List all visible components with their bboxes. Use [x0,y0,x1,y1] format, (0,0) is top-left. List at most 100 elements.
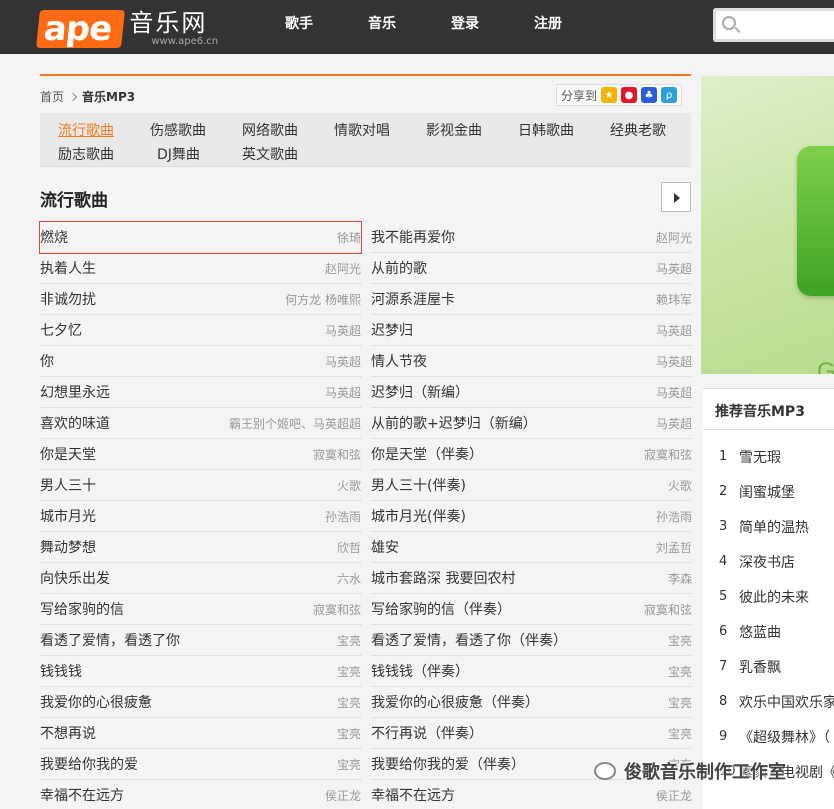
song-title[interactable]: 不行再说（伴奏） [371,723,483,743]
recommend-item[interactable]: 4 深夜书店 [719,544,834,579]
song-title[interactable]: 迟梦归（新编） [371,382,469,402]
song-artist[interactable]: 宝亮 [668,632,692,649]
song-row[interactable]: 看透了爱情，看透了你（伴奏） 宝亮 [371,625,692,656]
song-artist[interactable]: 宝亮 [668,725,692,742]
song-title[interactable]: 舞动梦想 [40,537,96,557]
search-icon[interactable] [722,16,736,30]
next-page-button[interactable] [661,182,691,212]
song-title[interactable]: 喜欢的味道 [40,413,110,433]
song-artist[interactable]: 赵阿光 [325,260,361,277]
breadcrumb-home[interactable]: 首页 [40,88,64,105]
song-artist[interactable]: 马英超 [656,260,692,277]
song-row[interactable]: 从前的歌+迟梦归（新编） 马英超 [371,408,692,439]
song-title[interactable]: 燃烧 [40,227,68,247]
song-row[interactable]: 不行再说（伴奏） 宝亮 [371,718,692,749]
song-row[interactable]: 你是天堂 寂寞和弦 [40,439,361,470]
tab-duet[interactable]: 情歌对唱 [334,120,390,140]
song-title[interactable]: 钱钱钱（伴奏） [371,661,469,681]
song-title[interactable]: 七夕忆 [40,320,82,340]
recommend-title-text[interactable]: 彼此的未来 [739,587,809,607]
song-title[interactable]: 我爱你的心很疲惫（伴奏） [371,692,539,712]
song-title[interactable]: 你是天堂 [40,444,96,464]
recommend-title-text[interactable]: 悠蓝曲 [739,622,781,642]
tab-sad[interactable]: 伤感歌曲 [150,120,206,140]
song-title[interactable]: 我要给你我的爱 [40,754,138,774]
song-artist[interactable]: 马英超 [656,322,692,339]
song-title[interactable]: 看透了爱情，看透了你（伴奏） [371,630,567,650]
nav-music[interactable]: 音乐 [368,13,451,33]
song-artist[interactable]: 宝亮 [337,694,361,711]
song-title[interactable]: 幸福不在远方 [40,785,124,805]
song-row[interactable]: 钱钱钱（伴奏） 宝亮 [371,656,692,687]
song-artist[interactable]: 霸王别个姬吧、马英超超 [229,415,361,432]
song-row[interactable]: 钱钱钱 宝亮 [40,656,361,687]
song-row[interactable]: 从前的歌 马英超 [371,253,692,284]
song-artist[interactable]: 宝亮 [668,663,692,680]
tab-internet[interactable]: 网络歌曲 [242,120,298,140]
song-row[interactable]: 向快乐出发 六水 [40,563,361,594]
song-artist[interactable]: 何方龙 杨唯熙 [285,291,361,308]
song-artist[interactable]: 马英超 [656,415,692,432]
song-row[interactable]: 情人节夜 马英超 [371,346,692,377]
song-row[interactable]: 你是天堂（伴奏） 寂寞和弦 [371,439,692,470]
song-row[interactable]: 幻想里永远 马英超 [40,377,361,408]
song-title[interactable]: 城市月光(伴奏) [371,506,466,526]
site-logo[interactable]: ape 音乐网 www.ape6.cn [36,6,218,49]
song-artist[interactable]: 寂寞和弦 [644,446,692,463]
song-row[interactable]: 男人三十 火歌 [40,470,361,501]
recommend-title-text[interactable]: 简单的温热 [739,517,809,537]
song-title[interactable]: 男人三十(伴奏) [371,475,466,495]
song-row[interactable]: 非诚勿扰 何方龙 杨唯熙 [40,284,361,315]
nav-singers[interactable]: 歌手 [285,13,368,33]
song-artist[interactable]: 寂寞和弦 [313,446,361,463]
song-row[interactable]: 写给家驹的信 寂寞和弦 [40,594,361,625]
song-row[interactable]: 城市月光 孙浩雨 [40,501,361,532]
song-row[interactable]: 不想再说 宝亮 [40,718,361,749]
song-artist[interactable]: 宝亮 [337,756,361,773]
song-artist[interactable]: 火歌 [668,477,692,494]
song-artist[interactable]: 孙浩雨 [656,508,692,525]
song-artist[interactable]: 侯正龙 [656,787,692,804]
tab-film[interactable]: 影视金曲 [426,120,482,140]
song-title[interactable]: 从前的歌 [371,258,427,278]
song-row[interactable]: 城市月光(伴奏) 孙浩雨 [371,501,692,532]
recommend-item[interactable]: 7 乳香飘 [719,649,834,684]
song-artist[interactable]: 徐琦 [337,229,361,246]
song-row[interactable]: 迟梦归 马英超 [371,315,692,346]
song-row[interactable]: 城市套路深 我要回农村 李森 [371,563,692,594]
song-artist[interactable]: 六水 [337,570,361,587]
song-title[interactable]: 执着人生 [40,258,96,278]
song-title[interactable]: 写给家驹的信（伴奏） [371,599,511,619]
recommend-title-text[interactable]: 欢乐中国欢乐家 [739,692,834,712]
recommend-item[interactable]: 3 简单的温热 [719,509,834,544]
weibo-icon[interactable]: ● [621,87,638,103]
song-row[interactable]: 写给家驹的信（伴奏） 寂寞和弦 [371,594,692,625]
recommend-title-text[interactable]: 《超级舞林》（ [739,727,830,747]
song-title[interactable]: 我要给你我的爱（伴奏） [371,754,525,774]
song-artist[interactable]: 李森 [668,570,692,587]
song-artist[interactable]: 马英超 [656,353,692,370]
song-artist[interactable]: 宝亮 [337,663,361,680]
song-row[interactable]: 我要给你我的爱 宝亮 [40,749,361,780]
song-row[interactable]: 你 马英超 [40,346,361,377]
song-artist[interactable]: 马英超 [325,322,361,339]
song-artist[interactable]: 寂寞和弦 [313,601,361,618]
song-artist[interactable]: 宝亮 [337,725,361,742]
song-row[interactable]: 幸福不在远方 侯正龙 [371,780,692,809]
tab-pop[interactable]: 流行歌曲 [58,120,114,140]
tab-inspirational[interactable]: 励志歌曲 [58,144,114,164]
song-row[interactable]: 七夕忆 马英超 [40,315,361,346]
search-input[interactable] [713,8,834,42]
recommend-item[interactable]: 2 闺蜜城堡 [719,474,834,509]
song-title[interactable]: 情人节夜 [371,351,427,371]
song-row[interactable]: 舞动梦想 欣哲 [40,532,361,563]
tab-english[interactable]: 英文歌曲 [242,144,298,164]
song-artist[interactable]: 侯正龙 [325,787,361,804]
song-row[interactable]: 我不能再爱你 赵阿光 [371,222,692,253]
recommend-item[interactable]: 1 雪无瑕 [719,439,834,474]
song-artist[interactable]: 火歌 [337,477,361,494]
song-title[interactable]: 我爱你的心很疲惫 [40,692,152,712]
recommend-item[interactable]: 6 悠蓝曲 [719,614,834,649]
tencent-weibo-icon[interactable]: ρ [661,87,678,103]
song-title[interactable]: 你 [40,351,54,371]
